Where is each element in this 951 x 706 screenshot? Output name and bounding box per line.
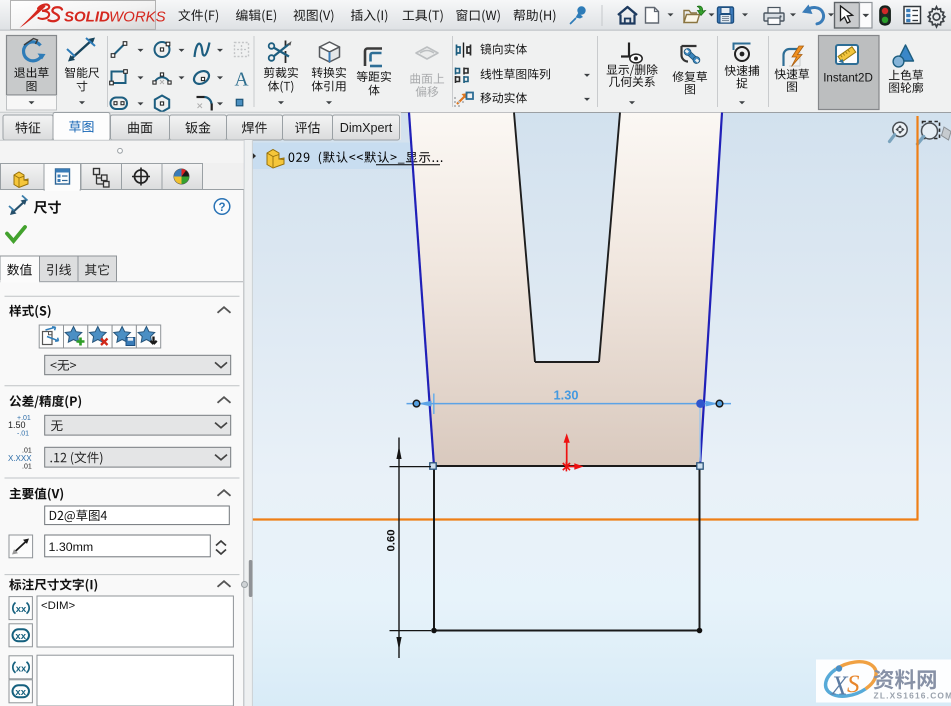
svg-text:Instant2D: Instant2D [823, 72, 873, 85]
svg-text:1.30mm: 1.30mm [49, 540, 94, 554]
svg-text:1.30: 1.30 [554, 388, 579, 403]
svg-text:xx: xx [15, 631, 26, 642]
svg-text:-.01: -.01 [17, 431, 29, 438]
svg-text:xx: xx [15, 687, 26, 698]
svg-text:0.60: 0.60 [386, 530, 398, 552]
svg-text:?: ? [218, 202, 225, 214]
svg-text:<DIM>: <DIM> [41, 600, 76, 612]
svg-text:X.XXX: X.XXX [8, 454, 32, 463]
svg-text:DimXpert: DimXpert [340, 121, 393, 135]
svg-text:1.50: 1.50 [8, 420, 26, 430]
svg-text:SOLID: SOLID [64, 9, 110, 26]
svg-text:xx: xx [16, 663, 27, 674]
svg-text:WORKS: WORKS [109, 9, 166, 26]
svg-text:xx: xx [16, 604, 27, 615]
svg-text:ZL.XS1616.COM: ZL.XS1616.COM [874, 691, 951, 701]
svg-text:S: S [847, 671, 860, 698]
svg-text:A: A [234, 70, 248, 91]
svg-text:.01: .01 [22, 464, 32, 471]
